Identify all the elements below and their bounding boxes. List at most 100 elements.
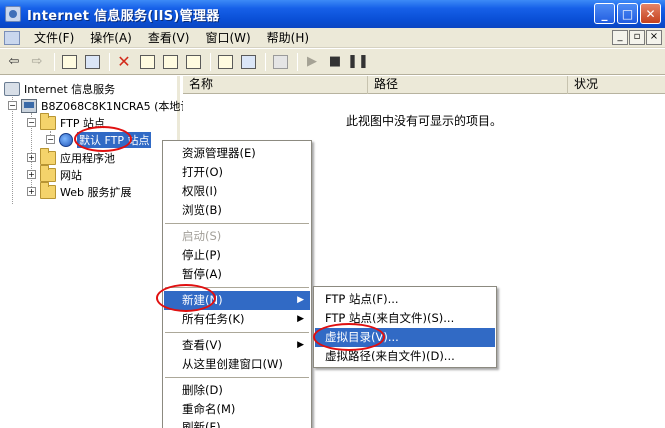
- menu-file[interactable]: 文件(F): [26, 28, 82, 48]
- menu-bar: 文件(F) 操作(A) 查看(V) 窗口(W) 帮助(H) _ ▫ ×: [0, 28, 665, 48]
- globe-icon: [59, 132, 73, 147]
- submenu-arrow-icon: ▶: [297, 295, 304, 305]
- title-bar: Internet 信息服务(IIS)管理器 _ □ ✕: [0, 0, 665, 28]
- pause-icon[interactable]: ❚❚: [347, 52, 369, 72]
- menu-item-view[interactable]: 查看(V) ▶: [164, 336, 310, 355]
- maximize-button[interactable]: □: [617, 3, 638, 24]
- properties-icon[interactable]: [137, 52, 157, 72]
- expand-icon[interactable]: +: [27, 153, 36, 162]
- tree-pane[interactable]: Internet 信息服务 − B8Z068C8K1NCRA5 (本地计 − F…: [0, 76, 191, 428]
- help-icon[interactable]: [215, 52, 235, 72]
- menu-item-new-window[interactable]: 从这里创建窗口(W): [164, 355, 310, 374]
- menu-item-permissions[interactable]: 权限(I): [164, 182, 310, 201]
- collapse-icon[interactable]: −: [46, 135, 55, 144]
- back-arrow-icon[interactable]: ⇦: [4, 52, 24, 72]
- tree-item-web-ext[interactable]: + Web 服务扩展: [27, 181, 132, 200]
- toolbar-separator: [54, 52, 55, 71]
- tree-item-label: Web 服务扩展: [60, 185, 132, 199]
- toolbar-separator: [109, 52, 110, 71]
- menu-separator: [165, 223, 309, 224]
- menu-help[interactable]: 帮助(H): [259, 28, 317, 48]
- mdi-minimize-button[interactable]: _: [612, 30, 628, 45]
- menu-view[interactable]: 查看(V): [140, 28, 198, 48]
- play-icon[interactable]: ▶: [302, 52, 322, 72]
- column-status[interactable]: 状况: [568, 76, 665, 94]
- list-header: 名称 路径 状况: [183, 76, 665, 94]
- up-folder-icon[interactable]: [59, 52, 79, 72]
- export-list-icon[interactable]: [183, 52, 203, 72]
- menu-item-delete[interactable]: 删除(D): [164, 381, 310, 400]
- tree-item-label: 网站: [60, 168, 82, 182]
- menu-item-pause[interactable]: 暂停(A): [164, 265, 310, 284]
- computer-icon: [21, 98, 37, 113]
- close-button[interactable]: ✕: [640, 3, 661, 24]
- submenu-item-ftp-site-from-file[interactable]: FTP 站点(来自文件)(S)...: [315, 309, 495, 328]
- menu-item-new[interactable]: 新建(N) ▶: [164, 291, 310, 310]
- tree-item-default-ftp-site[interactable]: − 默认 FTP 站点: [46, 131, 152, 148]
- menu-item-refresh[interactable]: 刷新(F): [164, 418, 310, 428]
- window-controls: _ □ ✕: [594, 3, 661, 24]
- folder-icon: [40, 181, 56, 199]
- expand-icon[interactable]: +: [27, 187, 36, 196]
- folder-icon: [40, 164, 56, 182]
- tree-item-label: 应用程序池: [60, 151, 115, 165]
- collapse-icon[interactable]: −: [27, 118, 36, 127]
- menu-item-label: 所有任务(K): [182, 312, 245, 326]
- delete-icon[interactable]: ✕: [114, 52, 134, 72]
- folder-icon: [40, 147, 56, 165]
- tree-item-label: FTP 站点: [60, 116, 105, 130]
- stop-icon[interactable]: ■: [325, 52, 345, 72]
- iis-root-icon: [4, 81, 20, 96]
- menu-item-explorer[interactable]: 资源管理器(E): [164, 144, 310, 163]
- submenu-arrow-icon: ▶: [297, 314, 304, 324]
- context-menu: 资源管理器(E) 打开(O) 权限(I) 浏览(B) 启动(S) 停止(P) 暂…: [162, 140, 312, 428]
- menu-item-rename[interactable]: 重命名(M): [164, 400, 310, 419]
- mdi-controls: _ ▫ ×: [612, 30, 662, 45]
- mdi-restore-button[interactable]: ▫: [629, 30, 645, 45]
- refresh-icon[interactable]: [160, 52, 180, 72]
- mdi-close-button[interactable]: ×: [646, 30, 662, 45]
- show-tree-icon[interactable]: [82, 52, 102, 72]
- menu-separator: [165, 287, 309, 288]
- new-submenu: FTP 站点(F)... FTP 站点(来自文件)(S)... 虚拟目录(V).…: [313, 286, 497, 368]
- column-path[interactable]: 路径: [368, 76, 568, 94]
- minimize-button[interactable]: _: [594, 3, 615, 24]
- tree-item-websites[interactable]: + 网站: [27, 164, 82, 183]
- menu-item-browse[interactable]: 浏览(B): [164, 201, 310, 220]
- empty-list-message: 此视图中没有可显示的项目。: [345, 114, 502, 128]
- toolbar-separator: [210, 52, 211, 71]
- menu-item-stop[interactable]: 停止(P): [164, 246, 310, 265]
- menu-item-start: 启动(S): [182, 229, 222, 243]
- tree-item-ftp-sites[interactable]: − FTP 站点: [27, 112, 105, 131]
- tree-item-root[interactable]: Internet 信息服务: [4, 80, 115, 97]
- window-title: Internet 信息服务(IIS)管理器: [27, 8, 220, 24]
- tree-item-label: B8Z068C8K1NCRA5 (本地计: [41, 99, 192, 113]
- submenu-item-virtual-directory[interactable]: 虚拟目录(V)...: [315, 328, 495, 347]
- menu-item-open[interactable]: 打开(O): [164, 163, 310, 182]
- iis-app-icon[interactable]: [5, 6, 21, 22]
- forward-arrow-icon[interactable]: ⇨: [27, 52, 47, 72]
- menu-item-label: 查看(V): [182, 338, 222, 352]
- menu-window[interactable]: 窗口(W): [197, 28, 258, 48]
- computer-icon[interactable]: [270, 52, 290, 72]
- mdi-system-icon[interactable]: [4, 30, 20, 45]
- menu-action[interactable]: 操作(A): [82, 28, 140, 48]
- column-name[interactable]: 名称: [183, 76, 368, 94]
- submenu-item-ftp-site[interactable]: FTP 站点(F)...: [315, 290, 495, 309]
- tree-item-label: Internet 信息服务: [24, 82, 116, 96]
- menu-separator: [165, 377, 309, 378]
- toolbar: ⇦ ⇨ ✕ ▶ ■ ❚❚: [0, 49, 665, 75]
- toolbar-separator: [297, 52, 298, 71]
- expand-icon[interactable]: +: [27, 170, 36, 179]
- folder-icon: [40, 112, 56, 130]
- submenu-item-virtual-path-from-file[interactable]: 虚拟路径(来自文件)(D)...: [315, 347, 495, 366]
- toolbar-separator: [265, 52, 266, 71]
- tree-item-app-pools[interactable]: + 应用程序池: [27, 147, 115, 166]
- console-icon[interactable]: [238, 52, 258, 72]
- tree-item-computer[interactable]: − B8Z068C8K1NCRA5 (本地计: [8, 97, 191, 114]
- collapse-icon[interactable]: −: [8, 101, 17, 110]
- menu-item-label: 新建(N): [182, 293, 223, 307]
- submenu-arrow-icon: ▶: [297, 340, 304, 350]
- menu-separator: [165, 332, 309, 333]
- menu-item-all-tasks[interactable]: 所有任务(K) ▶: [164, 310, 310, 329]
